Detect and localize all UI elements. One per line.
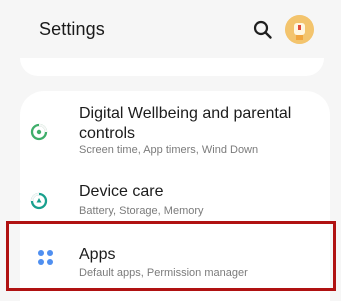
list-item-digital-wellbeing[interactable]: Digital Wellbeing and parental controls … bbox=[0, 98, 341, 160]
list-item-subtitle: Battery, Storage, Memory bbox=[79, 205, 204, 217]
app-header: Settings bbox=[0, 0, 341, 60]
avatar-image bbox=[285, 15, 314, 44]
device-care-icon bbox=[28, 190, 50, 212]
list-item-title: Apps bbox=[79, 246, 116, 263]
digital-wellbeing-icon bbox=[28, 121, 50, 143]
list-item-title: Device care bbox=[79, 183, 164, 200]
list-item-apps[interactable]: Apps Default apps, Permission manager bbox=[0, 238, 341, 282]
search-button[interactable] bbox=[252, 19, 274, 41]
search-icon bbox=[253, 20, 272, 39]
list-item-subtitle: Screen time, App timers, Wind Down bbox=[79, 144, 259, 156]
page-title: Settings bbox=[39, 19, 105, 39]
apps-icon bbox=[37, 249, 59, 271]
avatar[interactable] bbox=[285, 15, 314, 44]
list-item-subtitle: Default apps, Permission manager bbox=[79, 267, 248, 279]
list-item-title: Digital Wellbeing and parental controls bbox=[79, 105, 292, 142]
settings-card-previous bbox=[20, 58, 324, 76]
list-item-device-care[interactable]: Device care Battery, Storage, Memory bbox=[0, 181, 341, 225]
